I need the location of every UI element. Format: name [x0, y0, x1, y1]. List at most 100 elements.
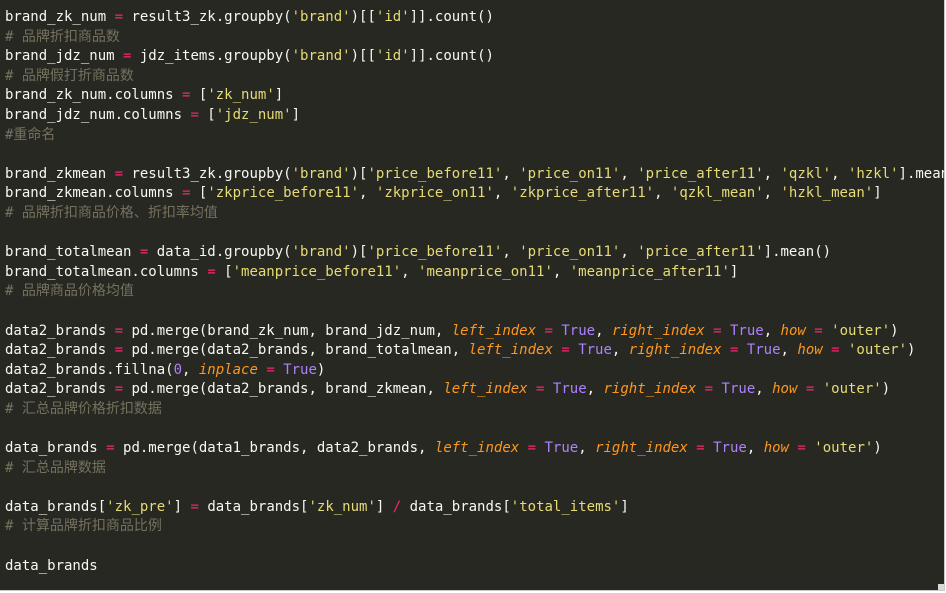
constant-token: True	[561, 322, 596, 339]
keyword-argument: how	[763, 440, 789, 457]
operator-token: =	[207, 263, 216, 280]
code-line: data2_brands.fillna(0, inplace = True)	[5, 361, 944, 381]
code-line: brand_totalmean = data_id.groupby('brand…	[5, 243, 944, 263]
code-text: [	[215, 263, 233, 280]
code-text: data2_brands	[5, 381, 115, 398]
keyword-argument: how	[780, 322, 806, 339]
code-text: data2_brands	[5, 342, 115, 359]
code-text: brand_jdz_num	[5, 48, 124, 65]
code-text: ,	[654, 185, 671, 202]
code-comment: # 品牌商品价格均值	[5, 283, 134, 300]
code-comment: # 品牌假打折商品数	[5, 67, 134, 84]
code-text: data_brands[	[401, 498, 511, 515]
code-text: jdz_items.groupby(	[131, 48, 292, 65]
code-text: )	[890, 322, 899, 339]
code-text: brand_totalmean.columns	[5, 263, 208, 280]
code-line: brand_zkmean = result3_zk.groupby('brand…	[5, 165, 944, 185]
string-literal: 'zk_num'	[207, 87, 275, 104]
code-line: brand_totalmean.columns = ['meanprice_be…	[5, 263, 944, 283]
keyword-argument: left_index	[443, 381, 528, 398]
code-line: ​	[5, 224, 944, 244]
constant-token: True	[283, 361, 317, 378]
code-line: ​	[5, 145, 944, 165]
string-literal: 'price_before11'	[367, 165, 503, 182]
code-text: ,	[182, 361, 199, 378]
keyword-argument: how	[797, 342, 823, 359]
code-text: pd.merge(data1_brands, data2_brands,	[114, 440, 435, 457]
code-text: data_brands[	[5, 498, 107, 515]
string-literal: 'jdz_num'	[215, 106, 292, 123]
string-literal: 'brand'	[291, 9, 351, 25]
code-text: ,	[611, 342, 629, 359]
code-editor[interactable]: brand_zk_num = result3_zk.groupby('brand…	[0, 0, 945, 591]
code-comment: # 汇总品牌价格折扣数据	[5, 400, 162, 417]
code-line: data2_brands = pd.merge(data2_brands, br…	[5, 380, 944, 400]
code-text: ,	[763, 185, 781, 202]
code-text: ,	[578, 440, 596, 457]
code-text: ,	[831, 165, 848, 182]
operator-token: =	[713, 322, 722, 339]
code-line: # 计算品牌折扣商品比例	[5, 517, 944, 537]
code-text: )	[907, 342, 916, 359]
string-literal: 'zk_pre'	[106, 498, 174, 515]
code-text: ].mean()	[763, 244, 832, 261]
code-text: data_brands	[5, 440, 107, 457]
code-text: ,	[502, 165, 520, 182]
string-literal: 'id'	[375, 48, 410, 65]
code-line: brand_zk_num = result3_zk.groupby('brand…	[5, 8, 944, 28]
code-text: ,	[595, 322, 612, 339]
code-line: brand_jdz_num = jdz_items.groupby('brand…	[5, 47, 944, 67]
code-comment: # 品牌折扣商品数	[5, 28, 120, 45]
operator-token: =	[190, 498, 199, 515]
code-text: pd.merge(data2_brands, brand_totalmean,	[123, 342, 469, 359]
code-text: )	[881, 381, 891, 398]
constant-token: True	[578, 342, 612, 359]
code-text: ]	[291, 106, 301, 123]
code-line: ​	[5, 537, 944, 557]
string-literal: 'brand'	[291, 244, 351, 261]
code-line: data2_brands = pd.merge(brand_zk_num, br…	[5, 322, 944, 342]
code-text: [	[198, 106, 216, 123]
code-line: #重命名	[5, 126, 944, 146]
keyword-argument: how	[772, 381, 798, 398]
constant-token: True	[729, 322, 764, 339]
code-content[interactable]: brand_zk_num = result3_zk.groupby('brand…	[5, 8, 944, 576]
code-text: ,	[763, 165, 781, 182]
code-line: data_brands = pd.merge(data1_brands, dat…	[5, 439, 944, 459]
code-text: ]	[729, 263, 739, 280]
operator-token: =	[114, 342, 124, 359]
code-text: data2_brands	[5, 322, 115, 339]
scrollbar-corner	[938, 584, 944, 590]
code-line: data_brands['zk_pre'] = data_brands['zk_…	[5, 498, 944, 518]
constant-token: True	[721, 381, 756, 398]
code-text: ]	[620, 498, 629, 515]
code-text: ,	[359, 185, 376, 202]
string-literal: 'meanprice_on11'	[418, 263, 553, 280]
code-text: brand_totalmean	[5, 244, 140, 261]
code-line: # 品牌商品价格均值	[5, 282, 944, 302]
code-text: ,	[552, 263, 570, 280]
code-text: )	[316, 361, 326, 378]
string-literal: 'price_after11'	[637, 244, 764, 261]
code-text: )[	[350, 244, 368, 261]
keyword-argument: inplace	[198, 361, 258, 378]
code-text: data_brands	[5, 557, 98, 574]
string-literal: 'outer'	[814, 440, 874, 457]
code-line: brand_zk_num.columns = ['zk_num']	[5, 86, 944, 106]
code-text: ]].count()	[409, 9, 494, 25]
code-text: ]	[375, 498, 393, 515]
operator-token: =	[797, 440, 806, 457]
string-literal: 'price_on11'	[519, 244, 621, 261]
